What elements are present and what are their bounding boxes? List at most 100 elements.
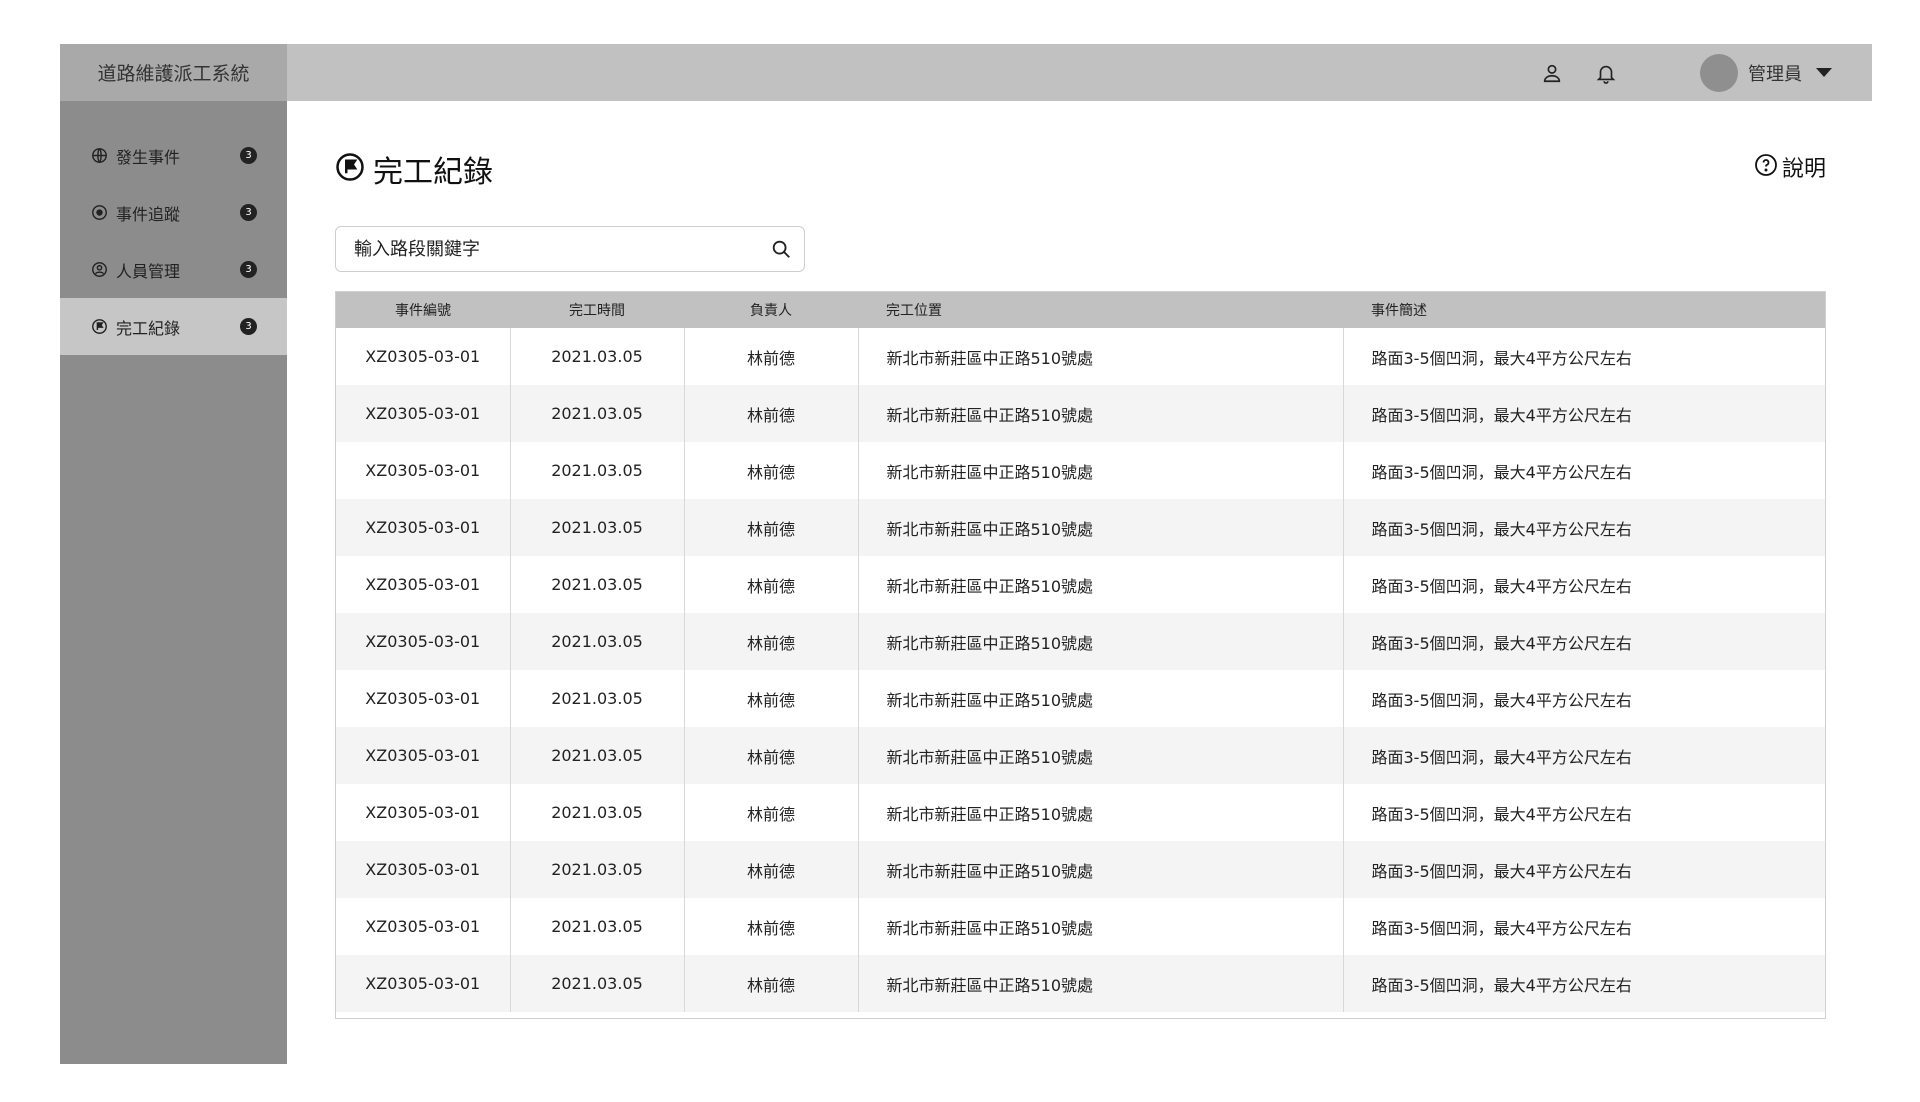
completion-date-cell: 2021.03.05 [510, 955, 685, 1012]
column-header[interactable]: 完工位置 [858, 292, 1343, 328]
bell-icon[interactable] [1592, 59, 1620, 87]
count-badge: 3 [240, 204, 257, 221]
count-badge: 3 [240, 318, 257, 335]
completion-date-cell: 2021.03.05 [510, 499, 685, 556]
location-cell: 新北市新莊區中正路510號處 [858, 670, 1344, 727]
column-header[interactable]: 事件簡述 [1343, 292, 1825, 328]
assignee-cell: 林前德 [684, 670, 859, 727]
completion-date-cell: 2021.03.05 [510, 442, 685, 499]
completion-date-cell: 2021.03.05 [510, 328, 685, 385]
location-cell: 新北市新莊區中正路510號處 [858, 328, 1344, 385]
table-row[interactable]: XZ0305-03-01 2021.03.05 林前德 新北市新莊區中正路510號處 路… [336, 727, 1825, 784]
chevron-down-icon [1816, 68, 1832, 77]
help-button[interactable]: 說明 [1754, 151, 1826, 183]
column-header[interactable]: 負責人 [684, 292, 858, 328]
sidebar-item-tracking[interactable]: 事件追蹤 3 [60, 184, 287, 241]
description-cell: 路面3-5個凹洞，最大4平方公尺左右 [1371, 804, 1632, 824]
column-header[interactable]: 完工時間 [510, 292, 684, 328]
person-circle-icon [90, 261, 108, 279]
user-icon[interactable] [1538, 59, 1566, 87]
location-cell: 新北市新莊區中正路510號處 [858, 442, 1344, 499]
event-id-cell: XZ0305-03-01 [336, 442, 511, 499]
search-box [335, 226, 805, 272]
assignee-cell: 林前德 [684, 556, 859, 613]
event-id-cell: XZ0305-03-01 [336, 670, 511, 727]
help-label: 說明 [1781, 157, 1826, 182]
completion-date-cell: 2021.03.05 [510, 670, 685, 727]
assignee-cell: 林前德 [684, 841, 859, 898]
flag-circle-icon [90, 318, 108, 336]
table-header-row: 事件編號 完工時間 負責人 完工位置 事件簡述 [336, 292, 1825, 328]
event-id-cell: XZ0305-03-01 [336, 955, 511, 1012]
help-icon [1754, 153, 1778, 181]
table-row[interactable]: XZ0305-03-01 2021.03.05 林前德 新北市新莊區中正路510號處 路… [336, 499, 1825, 556]
page-header: 完工紀錄 [335, 147, 493, 191]
event-id-cell: XZ0305-03-01 [336, 328, 511, 385]
records-table: 事件編號 完工時間 負責人 完工位置 事件簡述 XZ0305-03-01 2021… [335, 291, 1826, 1019]
table-row[interactable]: XZ0305-03-01 2021.03.05 林前德 新北市新莊區中正路510號處 路… [336, 442, 1825, 499]
table-row[interactable]: XZ0305-03-01 2021.03.05 林前德 新北市新莊區中正路510號處 路… [336, 898, 1825, 955]
sidebar-item-label: 完工紀錄 [116, 318, 181, 338]
completion-date-cell: 2021.03.05 [510, 556, 685, 613]
top-actions: 管理員 [1538, 44, 1832, 101]
assignee-cell: 林前德 [684, 613, 859, 670]
search-icon[interactable] [758, 227, 804, 271]
eye-icon [90, 204, 108, 222]
sidebar-item-label: 人員管理 [116, 261, 181, 281]
location-cell: 新北市新莊區中正路510號處 [858, 784, 1344, 841]
location-cell: 新北市新莊區中正路510號處 [858, 385, 1344, 442]
count-badge: 3 [240, 261, 257, 278]
description-cell: 路面3-5個凹洞，最大4平方公尺左右 [1371, 462, 1632, 482]
description-cell: 路面3-5個凹洞，最大4平方公尺左右 [1371, 975, 1632, 995]
event-id-cell: XZ0305-03-01 [336, 898, 511, 955]
assignee-cell: 林前德 [684, 898, 859, 955]
event-id-cell: XZ0305-03-01 [336, 727, 511, 784]
location-cell: 新北市新莊區中正路510號處 [858, 613, 1344, 670]
sidebar-item-staff[interactable]: 人員管理 3 [60, 241, 287, 298]
table-row[interactable]: XZ0305-03-01 2021.03.05 林前德 新北市新莊區中正路510號處 路… [336, 670, 1825, 727]
event-id-cell: XZ0305-03-01 [336, 385, 511, 442]
sidebar-item-completed[interactable]: 完工紀錄 3 [60, 298, 287, 355]
assignee-cell: 林前德 [684, 727, 859, 784]
table-row[interactable]: XZ0305-03-01 2021.03.05 林前德 新北市新莊區中正路510號處 路… [336, 328, 1825, 385]
description-cell: 路面3-5個凹洞，最大4平方公尺左右 [1371, 348, 1632, 368]
completion-date-cell: 2021.03.05 [510, 784, 685, 841]
assignee-cell: 林前德 [684, 328, 859, 385]
description-cell: 路面3-5個凹洞，最大4平方公尺左右 [1371, 918, 1632, 938]
search-input[interactable] [336, 226, 758, 272]
description-cell: 路面3-5個凹洞，最大4平方公尺左右 [1371, 633, 1632, 653]
assignee-cell: 林前德 [684, 442, 859, 499]
description-cell: 路面3-5個凹洞，最大4平方公尺左右 [1371, 690, 1632, 710]
table-row[interactable]: XZ0305-03-01 2021.03.05 林前德 新北市新莊區中正路510號處 路… [336, 955, 1825, 1012]
location-cell: 新北市新莊區中正路510號處 [858, 841, 1344, 898]
user-menu[interactable]: 管理員 [1700, 53, 1832, 92]
description-cell: 路面3-5個凹洞，最大4平方公尺左右 [1371, 576, 1632, 596]
event-id-cell: XZ0305-03-01 [336, 613, 511, 670]
assignee-cell: 林前德 [684, 385, 859, 442]
user-name: 管理員 [1748, 63, 1802, 85]
location-cell: 新北市新莊區中正路510號處 [858, 727, 1344, 784]
assignee-cell: 林前德 [684, 955, 859, 1012]
table-row[interactable]: XZ0305-03-01 2021.03.05 林前德 新北市新莊區中正路510號處 路… [336, 556, 1825, 613]
table-row[interactable]: XZ0305-03-01 2021.03.05 林前德 新北市新莊區中正路510號處 路… [336, 841, 1825, 898]
main-content: 完工紀錄 說明 輸入路段關鍵字 事件編號 完工時間 負責人 完工位置 事件簡述 … [287, 101, 1872, 1064]
table-row[interactable]: XZ0305-03-01 2021.03.05 林前德 新北市新莊區中正路510號處 路… [336, 385, 1825, 442]
description-cell: 路面3-5個凹洞，最大4平方公尺左右 [1371, 861, 1632, 881]
page-title: 完工紀錄 [373, 155, 493, 190]
completion-date-cell: 2021.03.05 [510, 727, 685, 784]
event-id-cell: XZ0305-03-01 [336, 556, 511, 613]
location-cell: 新北市新莊區中正路510號處 [858, 898, 1344, 955]
app-title: 道路維護派工系統 [60, 44, 287, 101]
completion-date-cell: 2021.03.05 [510, 613, 685, 670]
avatar [1700, 53, 1738, 92]
assignee-cell: 林前德 [684, 499, 859, 556]
table-row[interactable]: XZ0305-03-01 2021.03.05 林前德 新北市新莊區中正路510號處 路… [336, 784, 1825, 841]
description-cell: 路面3-5個凹洞，最大4平方公尺左右 [1371, 405, 1632, 425]
sidebar-item-incidents[interactable]: 發生事件 3 [60, 127, 287, 184]
column-header[interactable]: 事件編號 [336, 292, 510, 328]
top-bar: 道路維護派工系統 管理員 [60, 44, 1872, 101]
table-row[interactable]: XZ0305-03-01 2021.03.05 林前德 新北市新莊區中正路510號處 路… [336, 613, 1825, 670]
completion-date-cell: 2021.03.05 [510, 898, 685, 955]
completion-date-cell: 2021.03.05 [510, 841, 685, 898]
location-cell: 新北市新莊區中正路510號處 [858, 556, 1344, 613]
